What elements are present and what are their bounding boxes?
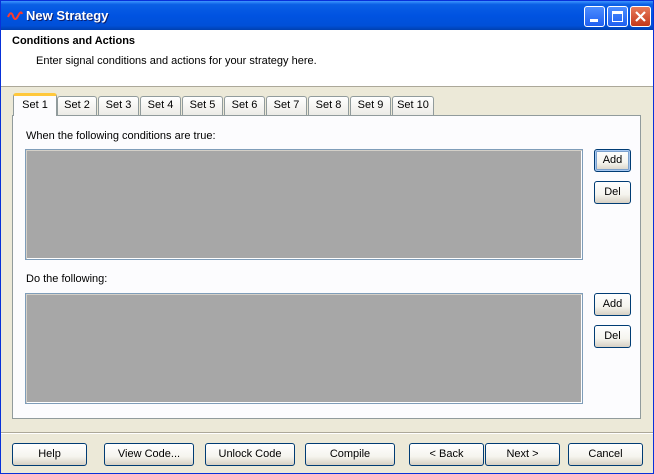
- conditions-list[interactable]: [25, 149, 583, 260]
- new-strategy-dialog: New Strategy Conditions and Actions Ente…: [0, 0, 654, 474]
- tab-set-10[interactable]: Set 10: [392, 96, 434, 115]
- close-icon: [635, 11, 646, 22]
- tab-set-4[interactable]: Set 4: [140, 96, 181, 115]
- back-button[interactable]: < Back: [409, 443, 484, 466]
- minimize-icon: [590, 19, 598, 22]
- minimize-button[interactable]: [584, 6, 605, 27]
- tab-set-2[interactable]: Set 2: [57, 96, 97, 115]
- cancel-button[interactable]: Cancel: [568, 443, 643, 466]
- tab-set-1[interactable]: Set 1: [13, 93, 57, 116]
- page-subtitle: Enter signal conditions and actions for …: [36, 55, 317, 67]
- actions-list[interactable]: [25, 293, 583, 404]
- del-condition-button[interactable]: Del: [594, 181, 631, 204]
- footer-separator: [1, 432, 653, 434]
- del-action-button[interactable]: Del: [594, 325, 631, 348]
- tab-set-6[interactable]: Set 6: [224, 96, 265, 115]
- close-button[interactable]: [630, 6, 651, 27]
- tab-set-9[interactable]: Set 9: [350, 96, 391, 115]
- tab-set-5[interactable]: Set 5: [182, 96, 223, 115]
- page-title: Conditions and Actions: [12, 35, 136, 47]
- header-panel: Conditions and Actions Enter signal cond…: [1, 30, 653, 87]
- strategy-wave-icon: [7, 11, 23, 20]
- conditions-label: When the following conditions are true:: [26, 130, 216, 142]
- tab-set-8[interactable]: Set 8: [308, 96, 349, 115]
- add-condition-button[interactable]: Add: [594, 149, 631, 172]
- tab-set-7[interactable]: Set 7: [266, 96, 307, 115]
- actions-label: Do the following:: [26, 273, 108, 285]
- window-title: New Strategy: [26, 8, 109, 23]
- help-button[interactable]: Help: [12, 443, 87, 466]
- maximize-button[interactable]: [607, 6, 628, 27]
- add-action-button[interactable]: Add: [594, 293, 631, 316]
- tab-set-3[interactable]: Set 3: [98, 96, 139, 115]
- tab-panel: When the following conditions are true: …: [12, 115, 641, 419]
- unlock-code-button[interactable]: Unlock Code: [205, 443, 295, 466]
- next-button[interactable]: Next >: [485, 443, 560, 466]
- view-code-button[interactable]: View Code...: [104, 443, 194, 466]
- compile-button[interactable]: Compile: [305, 443, 395, 466]
- title-bar[interactable]: New Strategy: [1, 1, 653, 30]
- maximize-icon: [612, 11, 623, 22]
